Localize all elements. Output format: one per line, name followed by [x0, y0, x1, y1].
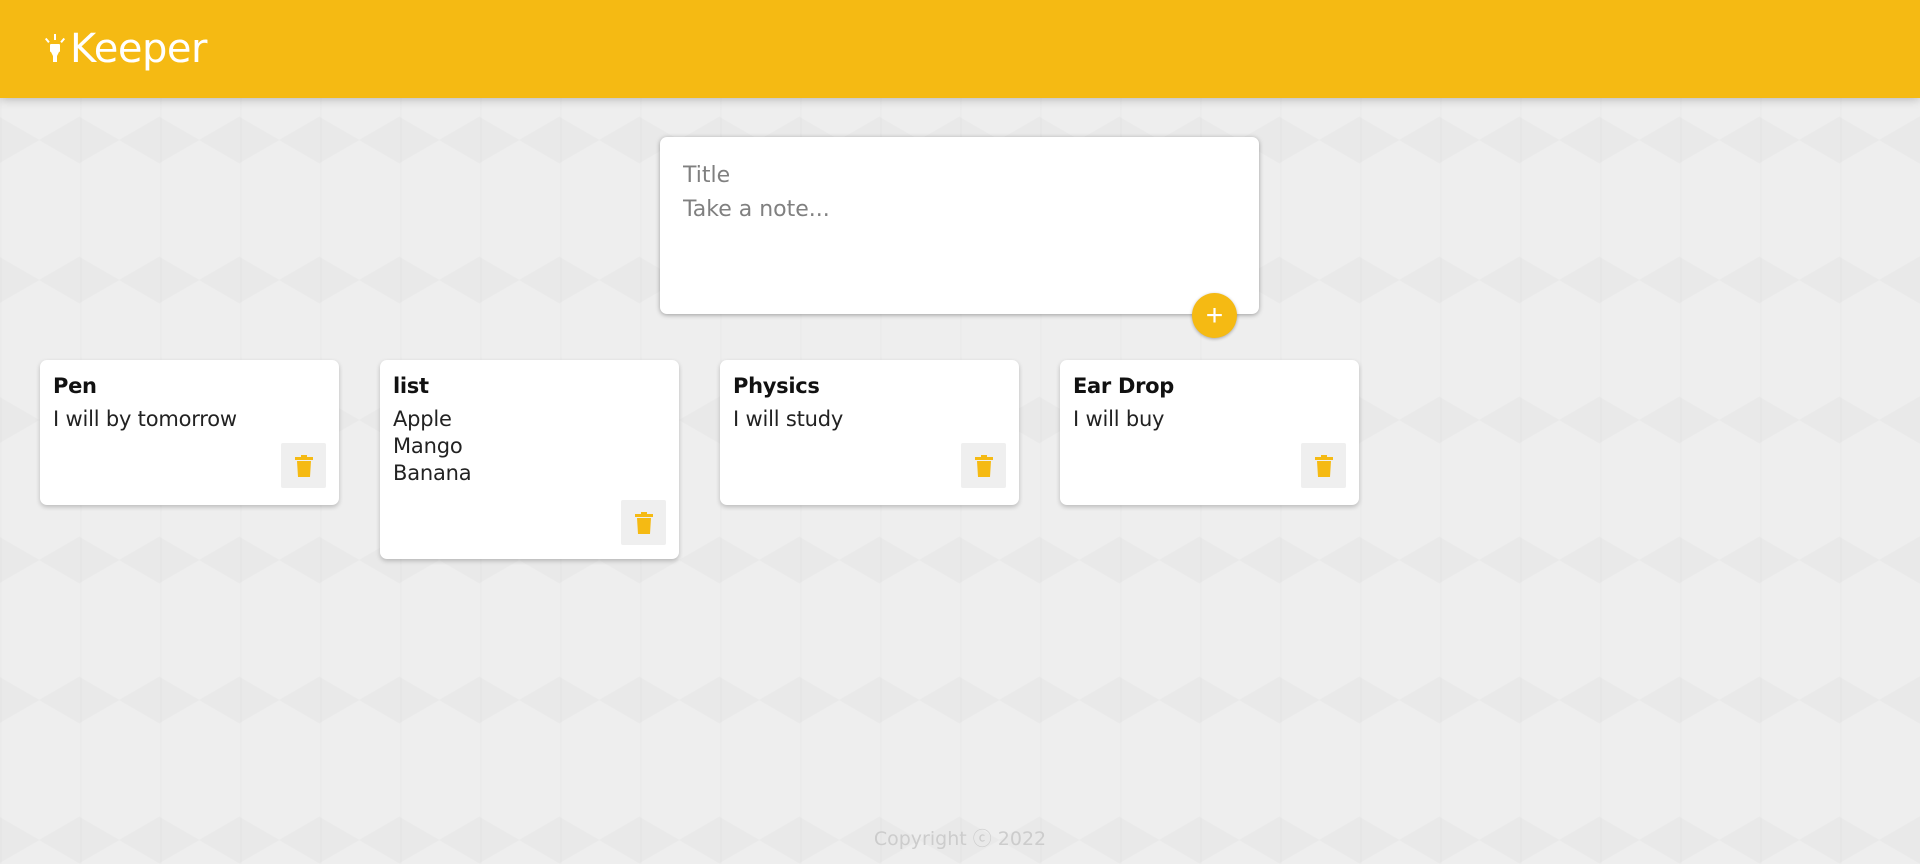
- app-title: Keeper: [70, 26, 207, 72]
- note-content-input[interactable]: [683, 197, 1233, 297]
- note-title: Physics: [733, 374, 820, 398]
- note-content: I will study: [733, 407, 844, 431]
- note-content: I will by tomorrow: [53, 407, 237, 431]
- note-card: list Apple Mango Banana: [380, 360, 679, 559]
- app-header: Keeper: [0, 0, 1920, 98]
- note-content: I will buy: [1073, 407, 1165, 431]
- trash-icon: [294, 454, 313, 477]
- note-title: list: [393, 374, 429, 398]
- delete-note-button[interactable]: [1301, 443, 1346, 488]
- note-card: Physics I will study: [720, 360, 1019, 505]
- trash-icon: [1314, 454, 1333, 477]
- note-card: Pen I will by tomorrow: [40, 360, 339, 505]
- note-title-input[interactable]: [683, 159, 1233, 191]
- plus-icon: +: [1205, 298, 1224, 332]
- trash-icon: [974, 454, 993, 477]
- trash-icon: [634, 511, 653, 534]
- note-title: Pen: [53, 374, 97, 398]
- add-note-button[interactable]: +: [1192, 293, 1237, 338]
- note-title: Ear Drop: [1073, 374, 1175, 398]
- footer-copyright: Copyright ⓒ 2022: [873, 828, 1047, 850]
- highlight-lamp-icon: [44, 32, 66, 64]
- delete-note-button[interactable]: [961, 443, 1006, 488]
- delete-note-button[interactable]: [281, 443, 326, 488]
- note-content: Apple Mango Banana: [393, 407, 472, 485]
- delete-note-button[interactable]: [621, 500, 666, 545]
- note-card: Ear Drop I will buy: [1060, 360, 1359, 505]
- create-note-form: [660, 137, 1259, 314]
